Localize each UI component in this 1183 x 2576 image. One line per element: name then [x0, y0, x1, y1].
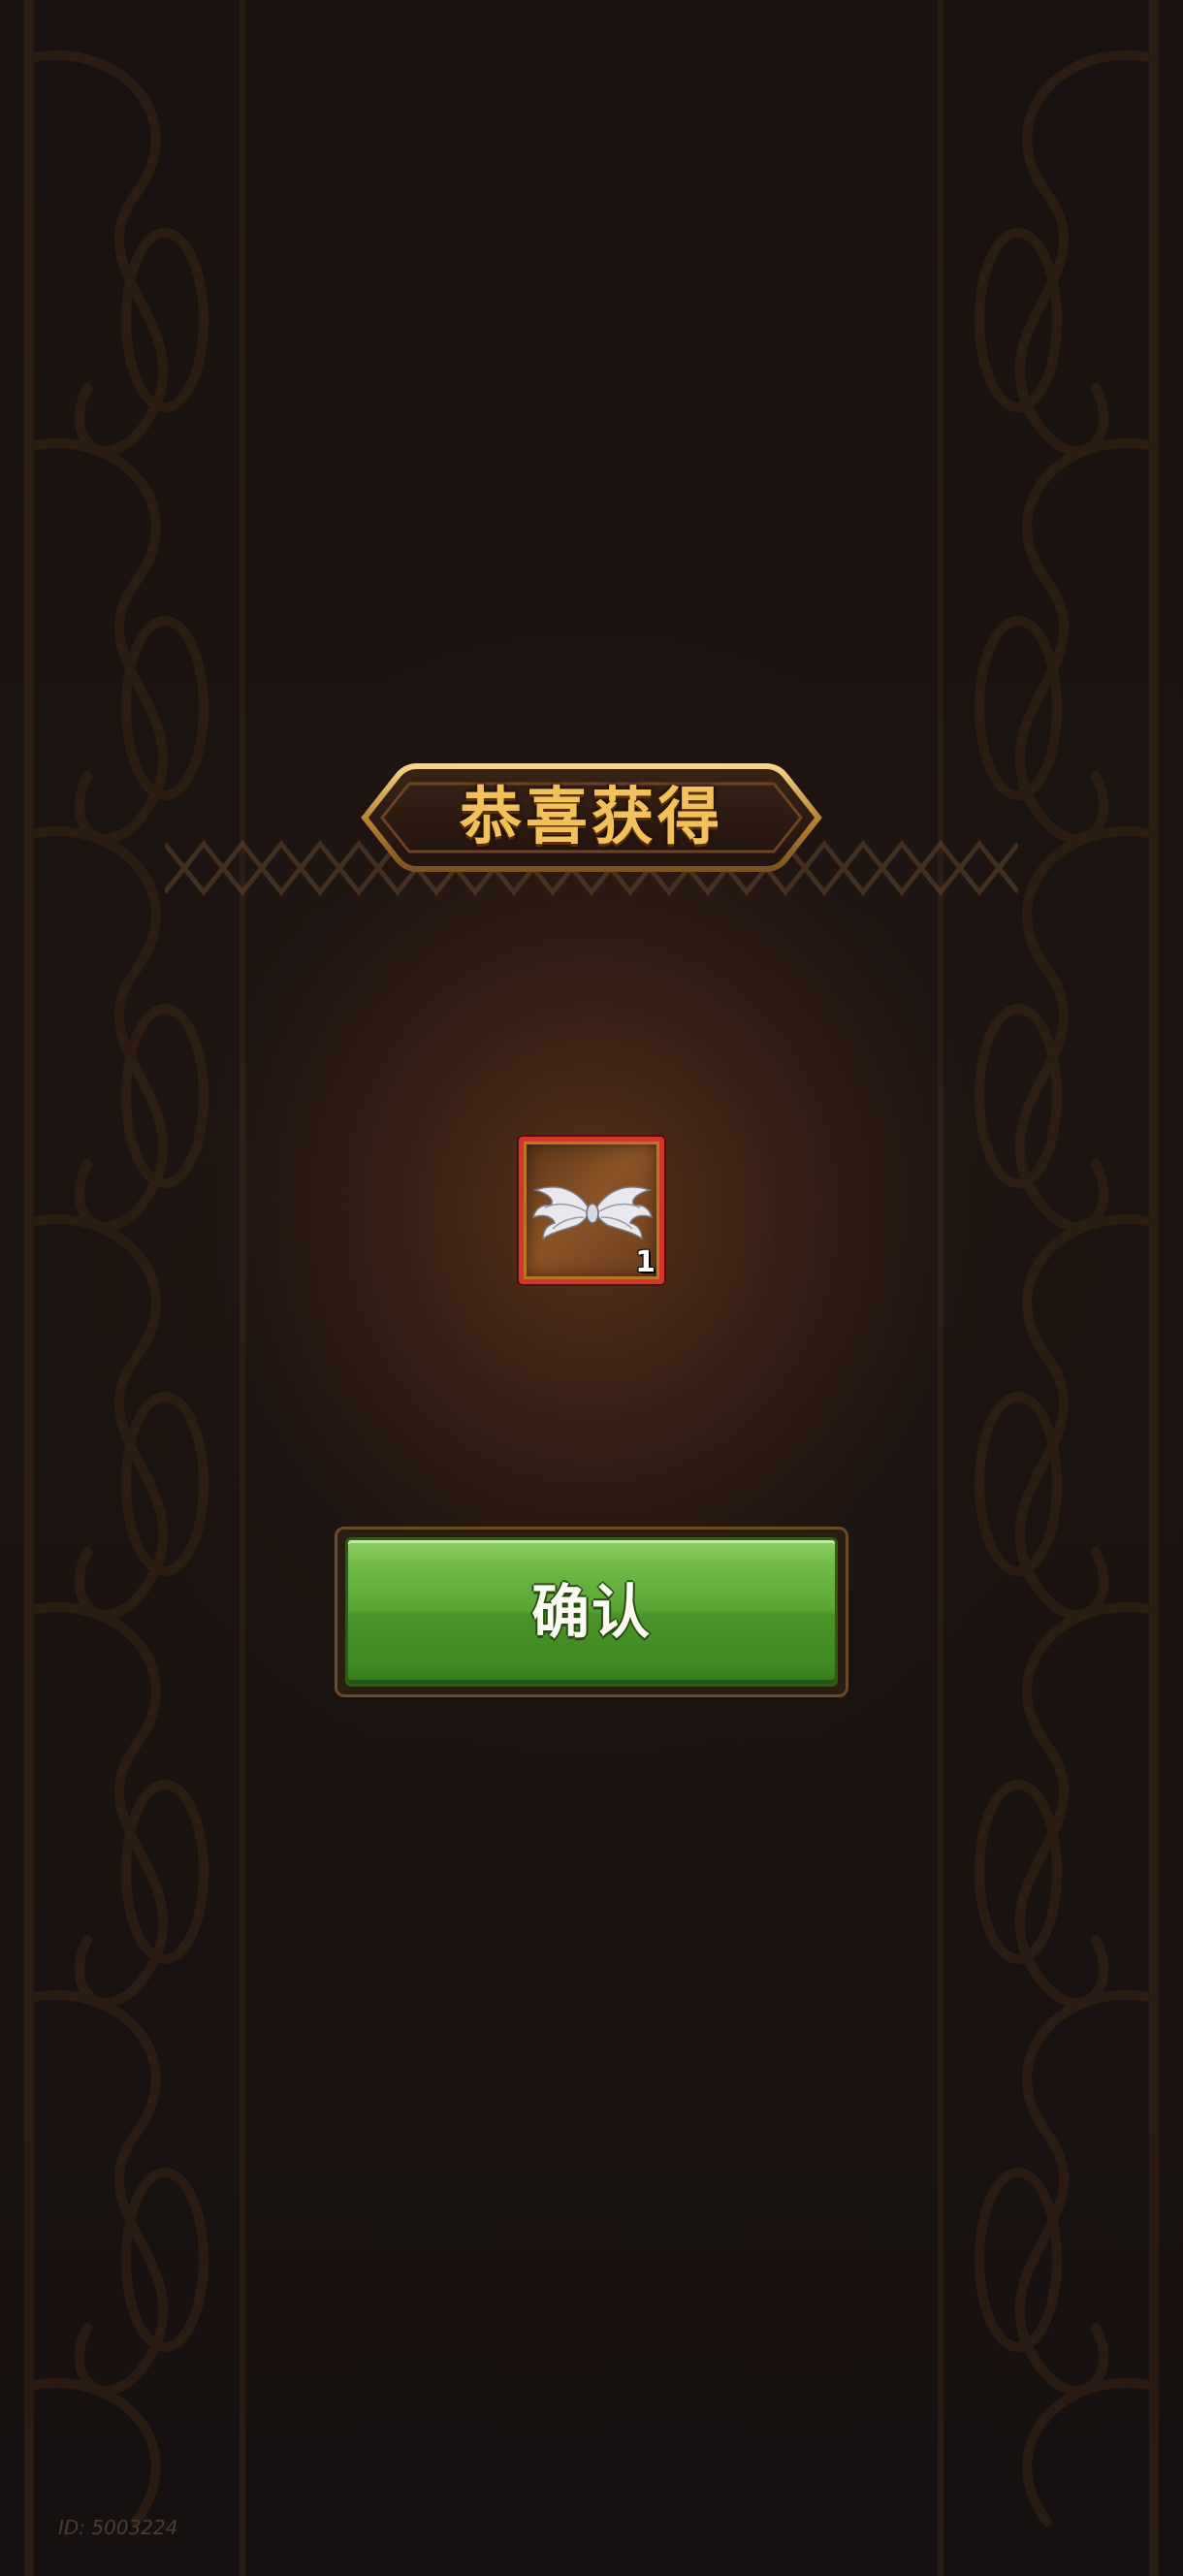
confirm-button-face[interactable]: 确认: [345, 1537, 838, 1687]
silver-wings-icon: [531, 1186, 654, 1240]
ornament-pattern-left: [24, 0, 245, 2576]
player-id-label: ID: 5003224: [58, 2516, 178, 2539]
title-banner: 恭喜获得: [359, 755, 824, 881]
ornament-pattern-right: [938, 0, 1159, 2576]
item-quantity: 1: [635, 1245, 655, 1279]
reward-item-slot[interactable]: 1: [519, 1137, 664, 1284]
confirm-button-label: 确认: [531, 1579, 652, 1647]
dialog-title: 恭喜获得: [460, 782, 723, 853]
confirm-button[interactable]: 确认: [335, 1527, 848, 1697]
reward-screen: 恭喜获得 1 确认 ID: 5003224: [0, 0, 1183, 2576]
